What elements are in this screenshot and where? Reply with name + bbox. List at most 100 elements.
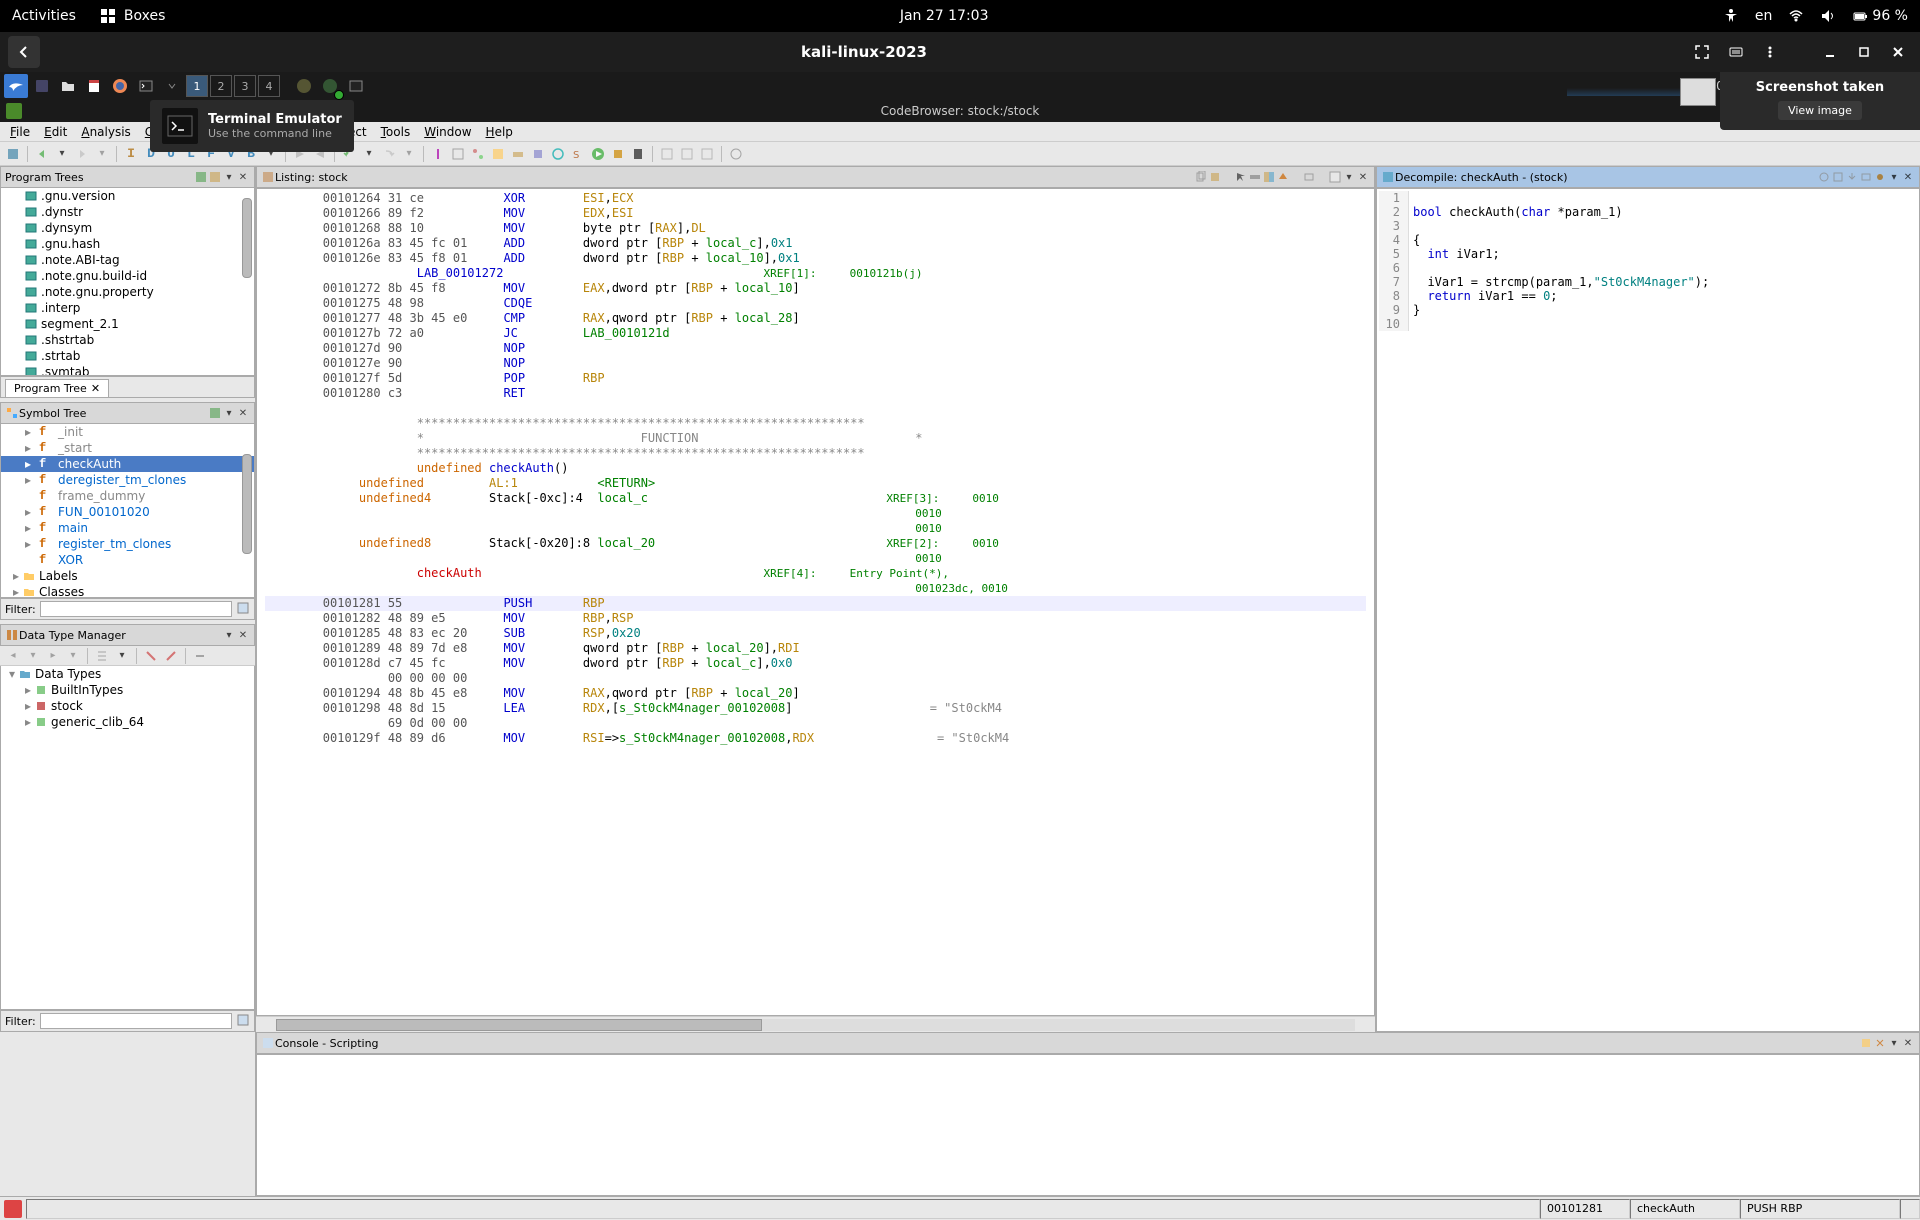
tree-item[interactable]: ▸f _init	[1, 424, 254, 440]
menu-tools[interactable]: Tools	[375, 125, 417, 139]
listing-diff[interactable]	[1262, 170, 1276, 184]
workspace-1[interactable]: 1	[186, 75, 208, 97]
listing-paste[interactable]	[1208, 170, 1222, 184]
filter-options[interactable]	[236, 601, 250, 618]
console-clear[interactable]	[1873, 1036, 1887, 1050]
listing-snapshot[interactable]	[1302, 170, 1316, 184]
workspace-4[interactable]: 4	[258, 75, 280, 97]
listing-header[interactable]: Listing: stock ▾ ✕	[256, 166, 1375, 188]
pt-btn1[interactable]	[194, 170, 208, 184]
tree-item[interactable]: ▸f FUN_00101020	[1, 504, 254, 520]
tree-item-checkauth[interactable]: ▸f checkAuth	[1, 456, 254, 472]
listing-close[interactable]: ✕	[1356, 170, 1370, 184]
volume-icon[interactable]	[1820, 8, 1836, 24]
dtm-nav-back[interactable]: ◂	[4, 647, 22, 665]
listing-body[interactable]: 00101264 31 ce XOR ESI,ECX 00101266 89 f…	[256, 188, 1375, 1016]
launcher-terminal[interactable]	[134, 74, 158, 98]
back-button[interactable]	[8, 36, 40, 68]
minimize-button[interactable]	[1816, 38, 1844, 66]
tree-item[interactable]: .dynstr	[1, 204, 254, 220]
tree-item[interactable]: .gnu.version	[1, 188, 254, 204]
screenshot-notification[interactable]: Screenshot taken View image	[1720, 72, 1920, 130]
st-menu[interactable]: ▾	[222, 406, 236, 420]
dtm-tree-drop[interactable]: ▾	[113, 647, 131, 665]
dtm-item[interactable]: ▸ stock	[1, 698, 254, 714]
dtm-item[interactable]: ▸ BuiltInTypes	[1, 682, 254, 698]
clock[interactable]: Jan 27 17:03	[165, 8, 1723, 24]
listing-hover[interactable]	[1276, 170, 1290, 184]
dtm-body[interactable]: ▾ Data Types ▸ BuiltInTypes ▸ stock ▸ ge…	[0, 666, 255, 1010]
tb-fwd[interactable]	[73, 145, 91, 163]
tree-item[interactable]: ▸f register_tm_clones	[1, 536, 254, 552]
tree-item[interactable]: .strtab	[1, 348, 254, 364]
tb-step[interactable]	[629, 145, 647, 163]
tree-folder-labels[interactable]: ▸ Labels	[1, 568, 254, 584]
symbol-filter-input[interactable]	[40, 601, 232, 617]
program-tree-tab[interactable]: Program Tree ✕	[5, 379, 109, 397]
tb-snapshot[interactable]	[727, 145, 745, 163]
view-image-button[interactable]: View image	[1778, 101, 1862, 120]
tb-diff3[interactable]	[698, 145, 716, 163]
tb-reg[interactable]	[529, 145, 547, 163]
cpu-graph[interactable]	[1567, 76, 1687, 96]
dtm-filter-orphans[interactable]	[162, 647, 180, 665]
dc-snapshot[interactable]	[1859, 170, 1873, 184]
workspace-2[interactable]: 2	[210, 75, 232, 97]
tb-diff2[interactable]	[678, 145, 696, 163]
app-button[interactable]: Boxes	[100, 8, 166, 24]
dc-menu[interactable]: ▾	[1887, 170, 1901, 184]
battery-indicator[interactable]: 96 %	[1852, 8, 1908, 24]
dtm-item[interactable]: ▸ generic_clib_64	[1, 714, 254, 730]
symbol-tree-body[interactable]: ▸f _init ▸f _start ▸f checkAuth ▸f dereg…	[0, 424, 255, 598]
menu-analysis[interactable]: Analysis	[75, 125, 136, 139]
decompile-header[interactable]: Decompile: checkAuth - (stock) ▾ ✕	[1376, 166, 1920, 188]
terminal-dropdown[interactable]	[160, 74, 184, 98]
console-script[interactable]	[1859, 1036, 1873, 1050]
tree-item[interactable]: ▸f deregister_tm_clones	[1, 472, 254, 488]
tree-item[interactable]: .interp	[1, 300, 254, 316]
dtm-root[interactable]: ▾ Data Types	[1, 666, 254, 682]
dc-debug[interactable]	[1873, 170, 1887, 184]
listing-menu[interactable]: ▾	[1342, 170, 1356, 184]
dtm-filter-conflicts[interactable]	[142, 647, 160, 665]
tree-item[interactable]: .note.gnu.property	[1, 284, 254, 300]
st-btn1[interactable]	[208, 406, 222, 420]
tree-item[interactable]: .note.gnu.build-id	[1, 268, 254, 284]
workspace-3[interactable]: 3	[234, 75, 256, 97]
tb-graph1[interactable]	[449, 145, 467, 163]
tb-mem[interactable]	[509, 145, 527, 163]
dc-export[interactable]	[1845, 170, 1859, 184]
tree-item[interactable]: ▸f _start	[1, 440, 254, 456]
tb-redo[interactable]	[380, 145, 398, 163]
tree-item[interactable]: f frame_dummy	[1, 488, 254, 504]
tree-item[interactable]: f XOR	[1, 552, 254, 568]
tree-folder-classes[interactable]: ▸ Classes	[1, 584, 254, 598]
tb-I[interactable]: I	[122, 145, 140, 163]
dtm-filter-input[interactable]	[40, 1013, 232, 1029]
tree-item[interactable]: .shstrtab	[1, 332, 254, 348]
console-menu[interactable]: ▾	[1887, 1036, 1901, 1050]
tb-save[interactable]	[4, 145, 22, 163]
dtm-menu[interactable]: ▾	[222, 628, 236, 642]
tb-graph2[interactable]	[469, 145, 487, 163]
tb-stop[interactable]	[609, 145, 627, 163]
tb-run[interactable]	[589, 145, 607, 163]
symbol-tree-header[interactable]: Symbol Tree ▾ ✕	[0, 402, 255, 424]
menu-edit[interactable]: Edit	[38, 125, 73, 139]
dtm-close[interactable]: ✕	[236, 628, 250, 642]
accessibility-icon[interactable]	[1723, 8, 1739, 24]
tree-item[interactable]: .gnu.hash	[1, 236, 254, 252]
filter-options[interactable]	[236, 1013, 250, 1030]
console-body[interactable]	[256, 1054, 1920, 1196]
tb-str[interactable]: S	[569, 145, 587, 163]
program-trees-body[interactable]: .gnu.version .dynstr .dynsym .gnu.hash .…	[0, 188, 255, 376]
menu-button[interactable]	[1756, 38, 1784, 66]
listing-fields[interactable]	[1328, 170, 1342, 184]
listing-hscroll[interactable]	[256, 1016, 1375, 1032]
console-close[interactable]: ✕	[1901, 1036, 1915, 1050]
launcher-files[interactable]	[56, 74, 80, 98]
dtm-collapse[interactable]	[191, 647, 209, 665]
dc-refresh[interactable]	[1817, 170, 1831, 184]
pt-btn2[interactable]	[208, 170, 222, 184]
tb-back-drop[interactable]: ▾	[53, 145, 71, 163]
